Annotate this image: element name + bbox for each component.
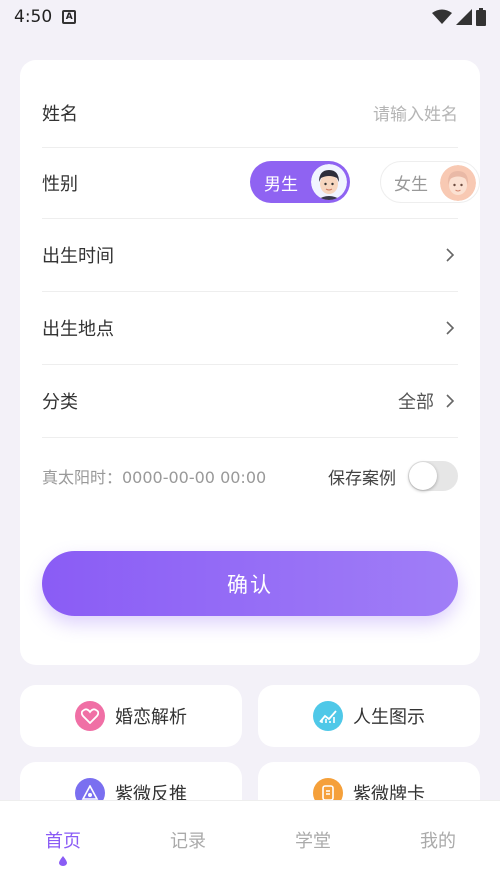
app-a-icon: A [62, 10, 77, 24]
female-label: 女生 [394, 174, 428, 195]
male-label: 男生 [264, 174, 298, 195]
wifi-icon [432, 9, 452, 24]
name-row[interactable]: 姓名 请输入姓名 [42, 78, 458, 148]
tab-home[interactable]: 首页 [13, 827, 113, 853]
save-case-label: 保存案例 [328, 468, 396, 489]
birth-info-form: 姓名 请输入姓名 性别 男生 女生 出生时间 出生地点 分类 全部 真太阳时：0… [20, 60, 480, 665]
feature-label: 人生图示 [353, 707, 425, 728]
category-row[interactable]: 分类 全部 [42, 365, 458, 438]
status-bar: 4:50 A [0, 0, 500, 34]
toggle-knob [409, 462, 437, 490]
female-button[interactable]: 女生 [380, 161, 480, 203]
feature-marriage[interactable]: 婚恋解析 [20, 685, 242, 747]
status-time: 4:50 [14, 7, 53, 27]
birth-time-label: 出生时间 [42, 246, 114, 267]
bottom-tab-bar: 首页 记录 学堂 我的 [0, 800, 500, 888]
chevron-right-icon [446, 248, 455, 262]
tab-records[interactable]: 记录 [138, 827, 238, 853]
birth-time-row[interactable]: 出生时间 [42, 219, 458, 292]
chart-icon [313, 701, 343, 731]
heart-icon [75, 701, 105, 731]
solar-time-label: 真太阳时：0000-00-00 00:00 [42, 468, 267, 487]
confirm-button[interactable]: 确认 [42, 551, 458, 616]
solar-time-row: 真太阳时：0000-00-00 00:00 保存案例 [42, 438, 458, 514]
male-button[interactable]: 男生 [250, 161, 350, 203]
tab-mine[interactable]: 我的 [388, 827, 488, 853]
category-label: 分类 [42, 392, 78, 413]
chevron-right-icon [446, 394, 455, 408]
category-value: 全部 [398, 392, 434, 413]
feature-life-chart[interactable]: 人生图示 [258, 685, 480, 747]
gender-row: 性别 男生 女生 [42, 148, 480, 219]
birth-place-row[interactable]: 出生地点 [42, 292, 458, 365]
status-icons [432, 8, 486, 26]
name-label: 姓名 [42, 103, 78, 125]
birth-place-label: 出生地点 [42, 319, 114, 340]
gender-label: 性别 [42, 174, 78, 195]
feature-label: 婚恋解析 [115, 707, 187, 728]
chevron-right-icon [446, 321, 455, 335]
battery-icon [476, 8, 486, 26]
name-input[interactable]: 请输入姓名 [373, 100, 458, 125]
male-avatar-icon [311, 164, 347, 200]
active-tab-indicator-icon [59, 856, 67, 866]
female-avatar-icon [440, 165, 476, 201]
signal-icon [456, 9, 472, 25]
tab-school[interactable]: 学堂 [263, 827, 363, 853]
save-case-toggle[interactable] [408, 461, 458, 491]
